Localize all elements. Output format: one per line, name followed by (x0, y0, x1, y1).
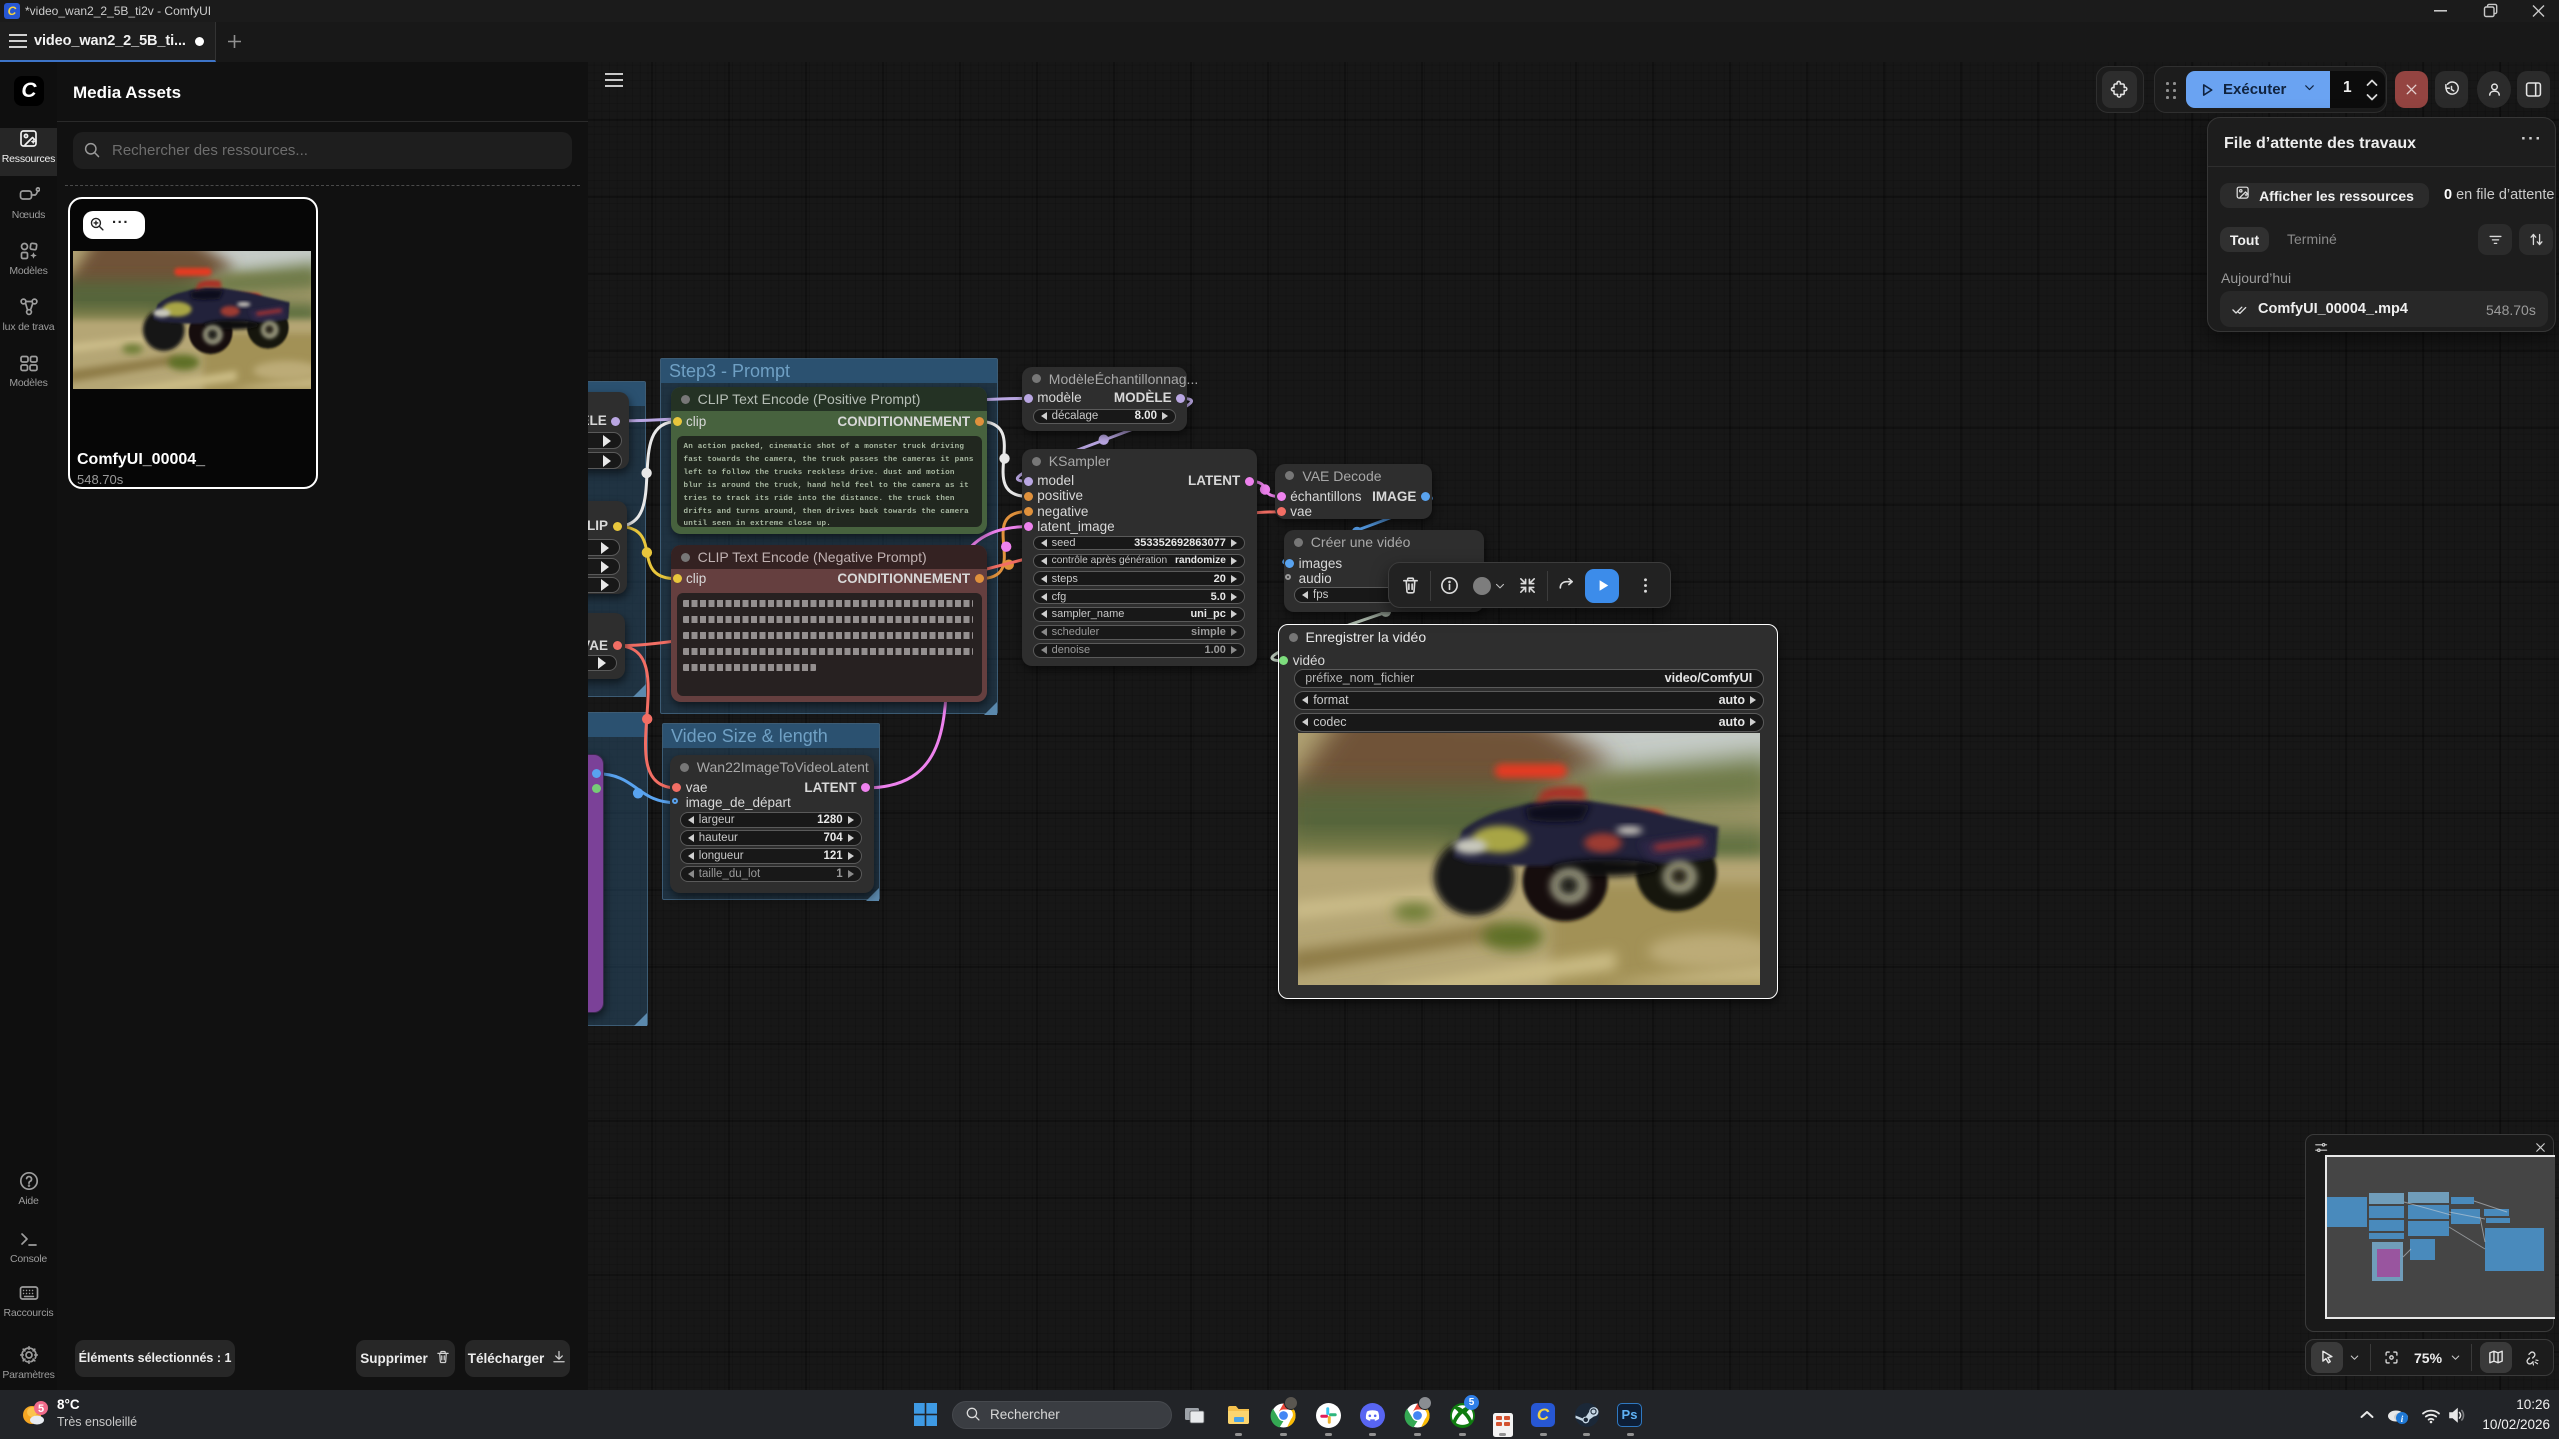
svg-text:5: 5 (38, 1403, 44, 1415)
